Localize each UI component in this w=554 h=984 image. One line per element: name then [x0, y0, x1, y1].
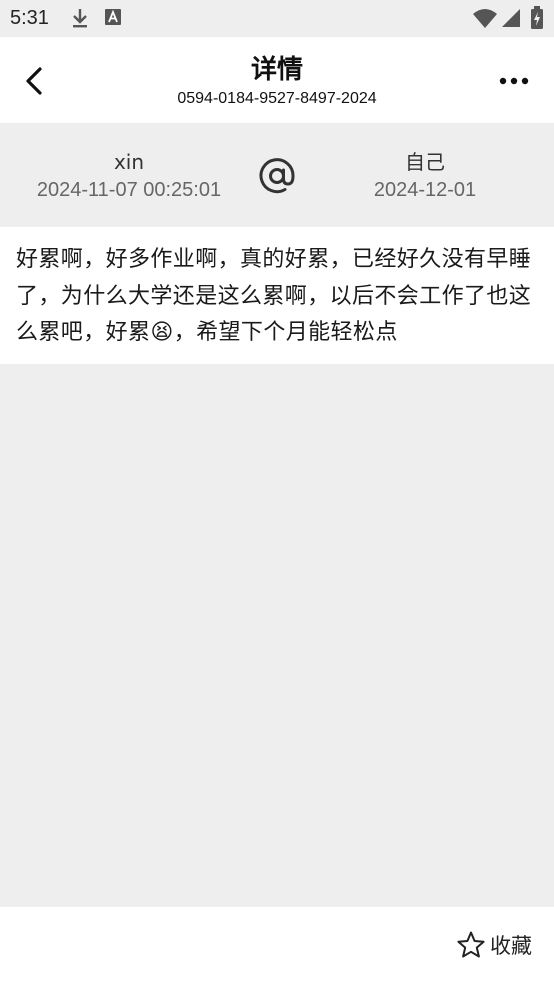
info-row: xin 2024-11-07 00:25:01 自己 2024-12-01	[0, 123, 554, 227]
bottom-bar: 收藏	[0, 907, 554, 984]
status-bar: 5:31	[0, 0, 554, 37]
sender-name: xin	[113, 150, 145, 174]
page-title: 详情	[250, 55, 303, 85]
message-content: 好累啊，好多作业啊，真的好累，已经好久没有早睡了，为什么大学还是这么累啊，以后不…	[0, 227, 554, 364]
sender-block: xin 2024-11-07 00:25:01	[20, 149, 238, 205]
record-id: 0594-0184-9527-8497-2024	[177, 90, 377, 107]
more-button[interactable]	[496, 67, 532, 95]
keyboard-a-icon	[104, 7, 122, 31]
recipient-block: 自己 2024-12-01	[330, 149, 520, 205]
favorite-button[interactable]: 收藏	[456, 929, 532, 961]
favorite-label: 收藏	[490, 934, 532, 958]
download-icon	[70, 7, 90, 33]
header: 详情 0594-0184-9527-8497-2024	[0, 37, 554, 123]
sender-date: 2024-11-07 00:25:01	[36, 179, 222, 201]
status-time: 5:31	[10, 7, 49, 29]
recipient-date: 2024-12-01	[373, 179, 477, 201]
at-sign-icon	[259, 158, 295, 194]
wifi-icon	[472, 8, 498, 32]
recipient-name: 自己	[405, 150, 445, 174]
signal-icon	[501, 8, 521, 32]
star-outline-icon	[457, 931, 485, 958]
detail-page: 5:31 详情 0594-0184-9527-8497-2024 xin 202…	[0, 0, 554, 984]
battery-icon	[530, 6, 544, 34]
message-text: 好累啊，好多作业啊，真的好累，已经好久没有早睡了，为什么大学还是这么累啊，以后不…	[16, 247, 532, 345]
more-dots-icon	[499, 77, 529, 85]
